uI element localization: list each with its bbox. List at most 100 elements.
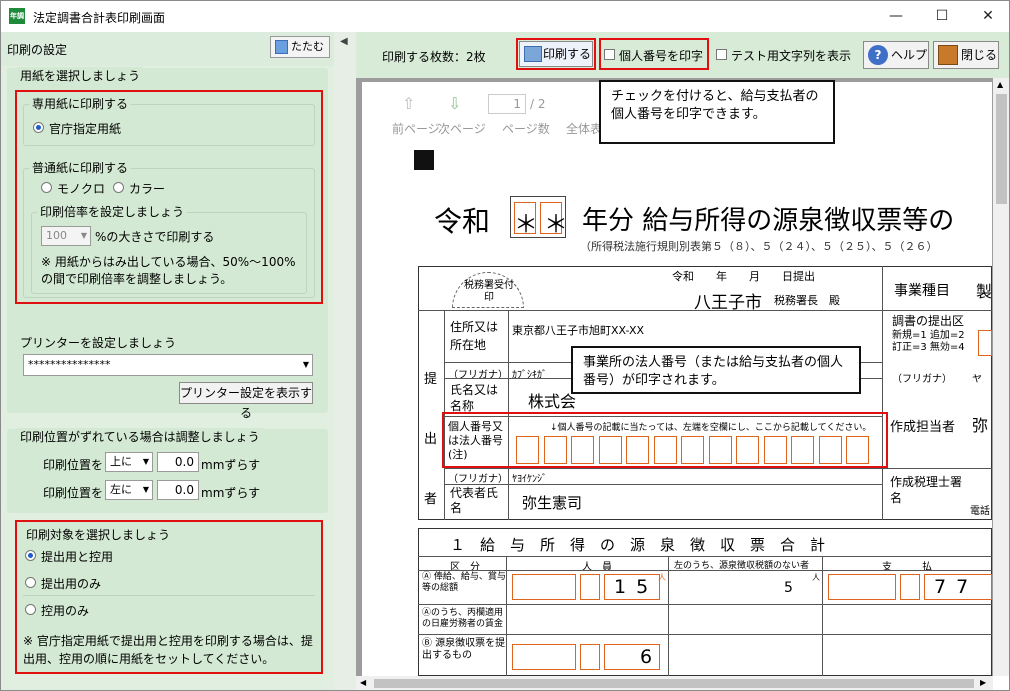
horizontal-offset-input[interactable]: 0.0 [157,480,199,500]
section-title: １ 給 与 所 得 の 源 泉 徴 収 票 合 計 [450,536,826,554]
maximize-icon[interactable]: ☐ [919,1,965,31]
furigana-right-label: （フリガナ） [892,374,952,385]
chevron-up-icon: ▲ [997,80,1004,89]
collapse-label: たたむ [291,40,324,53]
row-line [418,570,992,571]
row-a-no-tax: 5 [784,580,793,596]
page-count-label: ページ数 [502,122,550,136]
row-a-label: Ⓐ 俸給、給与、賞与等の総額 [422,572,506,593]
furigana-rep-label: （フリガナ） [448,474,508,485]
personal-number-callout: チェックを付けると、給与支払者の個人番号を印字できます。 [599,80,835,144]
paper-group-title: 用紙を選択しましょう [17,67,144,84]
date-line: 令和 年 月 日提出 [672,270,815,283]
chevron-right-icon: ▶ [980,678,987,687]
print-label: 印刷する [542,47,591,61]
offset-label-1: 印刷位置を [43,458,104,472]
collapse-button[interactable]: たたむ [270,36,330,58]
page-total: / 2 [530,97,546,111]
exit-door-icon [938,45,958,65]
page-input[interactable]: 1 [488,94,526,114]
vertical-offset-input[interactable]: 0.0 [157,452,199,472]
report-type-label: 調書の提出区 [892,314,965,328]
mono-label: モノクロ [57,182,106,196]
unit-label: 人 [658,573,666,582]
print-window: 年調 法定調書合計表印刷画面 — ☐ ✕ 印刷の設定 たたむ 用紙を選択しましょ… [0,0,1010,691]
window-title: 法定調書合計表印刷画面 [33,11,166,25]
target-submit-label: 提出用のみ [41,577,102,591]
year-asterisks: ＊＊ [514,210,574,238]
target-both-radio[interactable] [25,550,36,561]
target-group-title: 印刷対象を選択しましょう [23,526,174,543]
test-text-checkbox[interactable] [716,49,727,60]
personal-number-label: 個人番号を印字 [619,49,704,63]
divider [23,595,315,596]
col-line [822,556,823,676]
mono-radio[interactable] [41,182,52,193]
printer-settings-button[interactable]: プリンター設定を表示する [179,382,313,420]
alignment-mark [414,150,434,170]
target-copy-radio[interactable] [25,604,36,615]
close-window-icon[interactable]: ✕ [965,1,1009,31]
tax-office-name: 八王子市 [694,293,762,313]
whole-page-button[interactable]: 全体表 [566,120,602,137]
chevron-down-icon: ▼ [142,485,149,494]
dedicated-title: 専用紙に印刷する [29,95,132,112]
col-line [668,556,669,676]
vertical-select[interactable]: 上に ▼ [105,452,153,472]
col-line [506,556,507,676]
offset-group-title: 印刷位置がずれている場合は調整しましょう [17,428,263,445]
row-a-people-box-1 [512,574,576,600]
target-submit-radio[interactable] [25,577,36,588]
printer-select[interactable]: *************** ▼ [23,354,313,376]
contact-label: 作成担当者 [890,420,956,435]
scale-note: ※ 用紙からはみ出している場合、50%～100%の間で印刷倍率を調整しましょう。 [41,255,296,286]
down-arrow-icon: ⇩ [448,94,462,113]
horizontal-scroll-thumb[interactable] [374,679,974,688]
dedicated-radio[interactable] [33,122,44,133]
report-code-box [978,330,992,356]
furigana-right: ヤ [972,374,982,385]
test-text-label: テスト用文字列を表示 [731,49,852,63]
form-title: 年分 給与所得の源泉徴収票等の [582,206,955,236]
row-line [418,604,992,605]
scale-suffix: %の大きさで印刷する [95,230,215,244]
unit-label-2: mmずらす [201,486,261,500]
minimize-icon[interactable]: — [873,1,919,31]
vertical-scroll-thumb[interactable] [996,94,1007,204]
close-button[interactable]: 閉じる [933,41,999,69]
panel-splitter[interactable]: ◀ [334,32,356,690]
personal-number-checkbox[interactable] [604,49,615,60]
contact-value: 弥 [972,416,989,435]
col-line [882,266,883,520]
next-page-button[interactable]: 次ページ [438,120,486,137]
row-c-people-box-1 [512,644,576,670]
horizontal-scrollbar[interactable]: ◀ ▶ [356,676,993,690]
printer-group-title: プリンターを設定しましょう [17,334,180,351]
provider-label: 提出者 [424,372,438,507]
color-radio[interactable] [113,182,124,193]
color-label: カラー [129,182,166,196]
printer-icon [524,46,542,62]
report-codes: 新規=1 追加=2 訂正=3 無効=4 [892,330,965,353]
unit-label-2: 人 [812,573,820,582]
chevron-left-icon: ◀ [340,36,348,47]
prev-page-button[interactable]: 前ページ [392,120,440,137]
horizontal-select[interactable]: 左に ▼ [105,480,153,500]
row-line [444,484,882,485]
vertical-scrollbar[interactable]: ▲ [993,78,1009,676]
title-bar: 年調 法定調書合計表印刷画面 — ☐ ✕ [1,1,1009,31]
scale-title: 印刷倍率を設定しましょう [37,203,188,220]
help-button[interactable]: ? ヘルプ [863,41,929,69]
toolbar: 印刷する枚数：2枚 印刷する 個人番号を印字 テスト用文字列を表示 ? ヘルプ … [356,32,1009,78]
rep-value: 弥生憲司 [522,494,583,512]
row-line [418,634,992,635]
name-value: 株式会 [528,392,577,411]
print-button[interactable]: 印刷する [519,41,593,67]
sheet-count: 印刷する枚数：2枚 [382,50,486,64]
settings-header: 印刷の設定 たたむ [1,32,334,66]
scale-select[interactable]: 100 ▼ [41,226,91,246]
panel-icon [275,40,288,54]
stamp-label: 税務署受付印 [464,280,514,303]
row-c-people-box-2 [580,644,600,670]
row-b-label: Ⓐのうち、丙欄適用の日雇労務者の賃金 [422,608,504,629]
